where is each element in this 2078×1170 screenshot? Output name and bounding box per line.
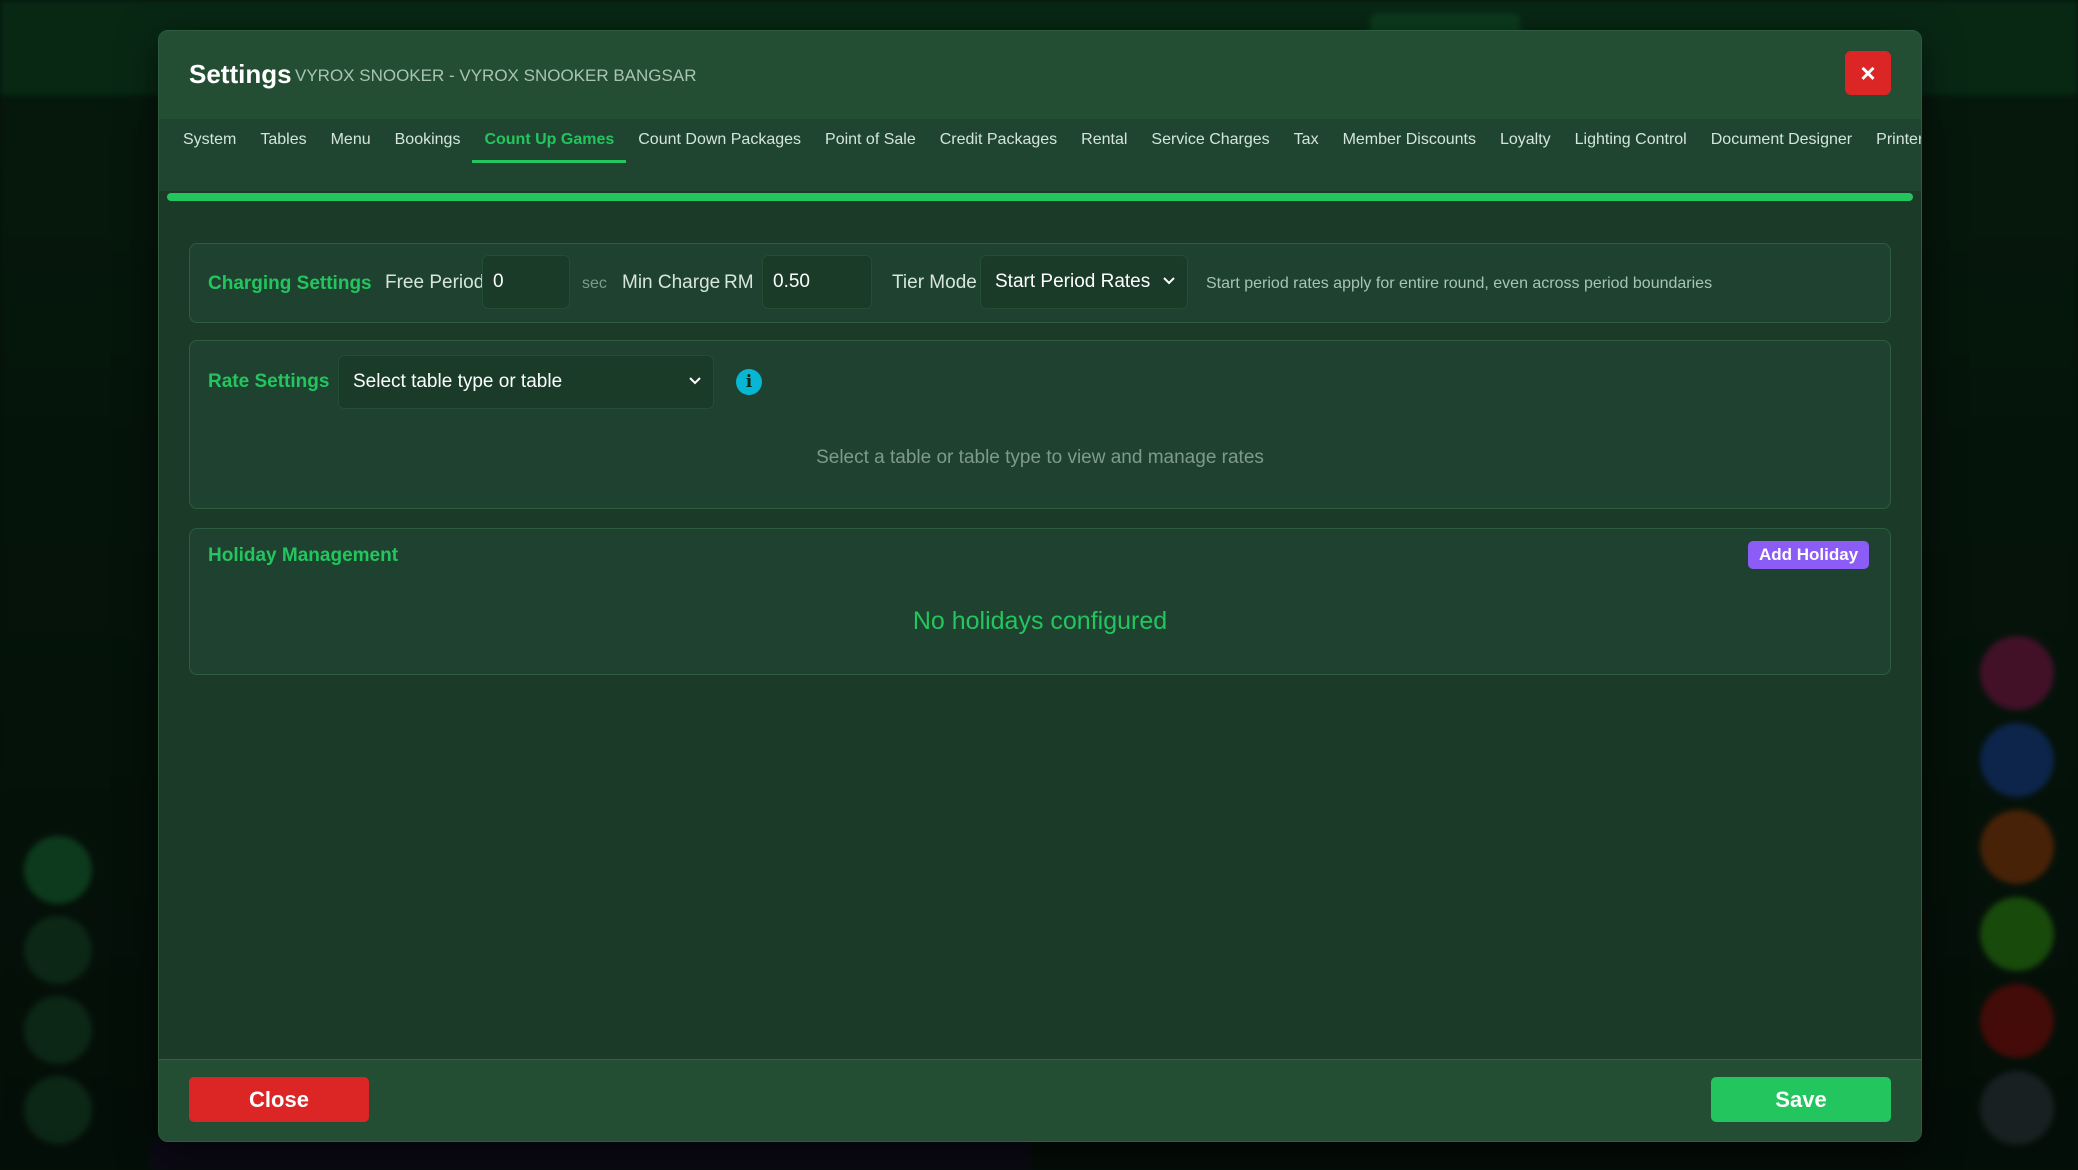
chevron-down-icon <box>689 377 701 385</box>
holiday-management-card: Holiday Management Add Holiday No holida… <box>189 528 1891 675</box>
tab-lighting-control[interactable]: Lighting Control <box>1563 119 1699 159</box>
tab-list: System Tables Menu Bookings Count Up Games Co… <box>171 119 1921 191</box>
tier-mode-value: Start Period Rates <box>995 271 1151 292</box>
tab-printers[interactable]: Printers <box>1864 119 1921 159</box>
charging-settings-card: Charging Settings Free Period 0 sec Min … <box>189 243 1891 323</box>
close-button[interactable]: Close <box>189 1077 369 1122</box>
tab-menu[interactable]: Menu <box>319 119 383 159</box>
rates-empty-message: Select a table or table type to view and… <box>816 447 1264 468</box>
save-button[interactable]: Save <box>1711 1077 1891 1122</box>
tab-count-down-packages[interactable]: Count Down Packages <box>626 119 813 159</box>
close-icon[interactable]: × <box>1845 51 1891 95</box>
info-icon[interactable]: i <box>736 369 762 395</box>
tab-member-discounts[interactable]: Member Discounts <box>1331 119 1488 159</box>
settings-tabs: System Tables Menu Bookings Count Up Games Co… <box>159 119 1921 201</box>
holiday-management-label: Holiday Management <box>208 545 399 566</box>
tab-bookings[interactable]: Bookings <box>383 119 473 159</box>
tab-rental[interactable]: Rental <box>1069 119 1139 159</box>
tab-tax[interactable]: Tax <box>1282 119 1331 159</box>
free-period-unit: sec <box>582 275 607 292</box>
tab-system[interactable]: System <box>171 119 248 159</box>
tab-point-of-sale[interactable]: Point of Sale <box>813 119 928 159</box>
modal-footer: Close Save <box>159 1059 1921 1141</box>
modal-title: Settings <box>189 59 292 89</box>
tab-count-up-games[interactable]: Count Up Games <box>472 119 627 163</box>
modal-header: Settings VYROX SNOOKER - VYROX SNOOKER B… <box>159 31 1921 120</box>
modal-subtitle: VYROX SNOOKER - VYROX SNOOKER BANGSAR <box>295 66 697 85</box>
rate-settings-label: Rate Settings <box>208 371 330 392</box>
chevron-down-icon <box>1163 277 1175 285</box>
tier-mode-label: Tier Mode <box>892 272 977 293</box>
min-charge-input[interactable]: 0.50 <box>762 255 872 309</box>
tab-credit-packages[interactable]: Credit Packages <box>928 119 1069 159</box>
min-charge-label: Min Charge <box>622 272 721 293</box>
table-type-select[interactable]: Select table type or table <box>338 355 714 409</box>
tab-loyalty[interactable]: Loyalty <box>1488 119 1563 159</box>
add-holiday-button[interactable]: Add Holiday <box>1748 541 1870 569</box>
charging-settings-label: Charging Settings <box>208 273 372 294</box>
tier-mode-hint: Start period rates apply for entire roun… <box>1206 275 1713 292</box>
tabs-scrollbar[interactable] <box>167 193 1913 201</box>
tab-document-designer[interactable]: Document Designer <box>1699 119 1864 159</box>
table-type-value: Select table type or table <box>353 371 563 392</box>
rate-settings-card: Rate Settings Select table type or table… <box>189 340 1891 509</box>
tab-tables[interactable]: Tables <box>248 119 318 159</box>
settings-modal: Settings VYROX SNOOKER - VYROX SNOOKER B… <box>158 30 1922 1142</box>
min-charge-currency: RM <box>724 272 754 293</box>
free-period-input[interactable]: 0 <box>482 255 570 309</box>
tab-service-charges[interactable]: Service Charges <box>1139 119 1281 159</box>
holidays-empty-message: No holidays configured <box>912 607 1168 635</box>
free-period-label: Free Period <box>385 272 485 293</box>
tier-mode-select[interactable]: Start Period Rates <box>980 255 1188 309</box>
